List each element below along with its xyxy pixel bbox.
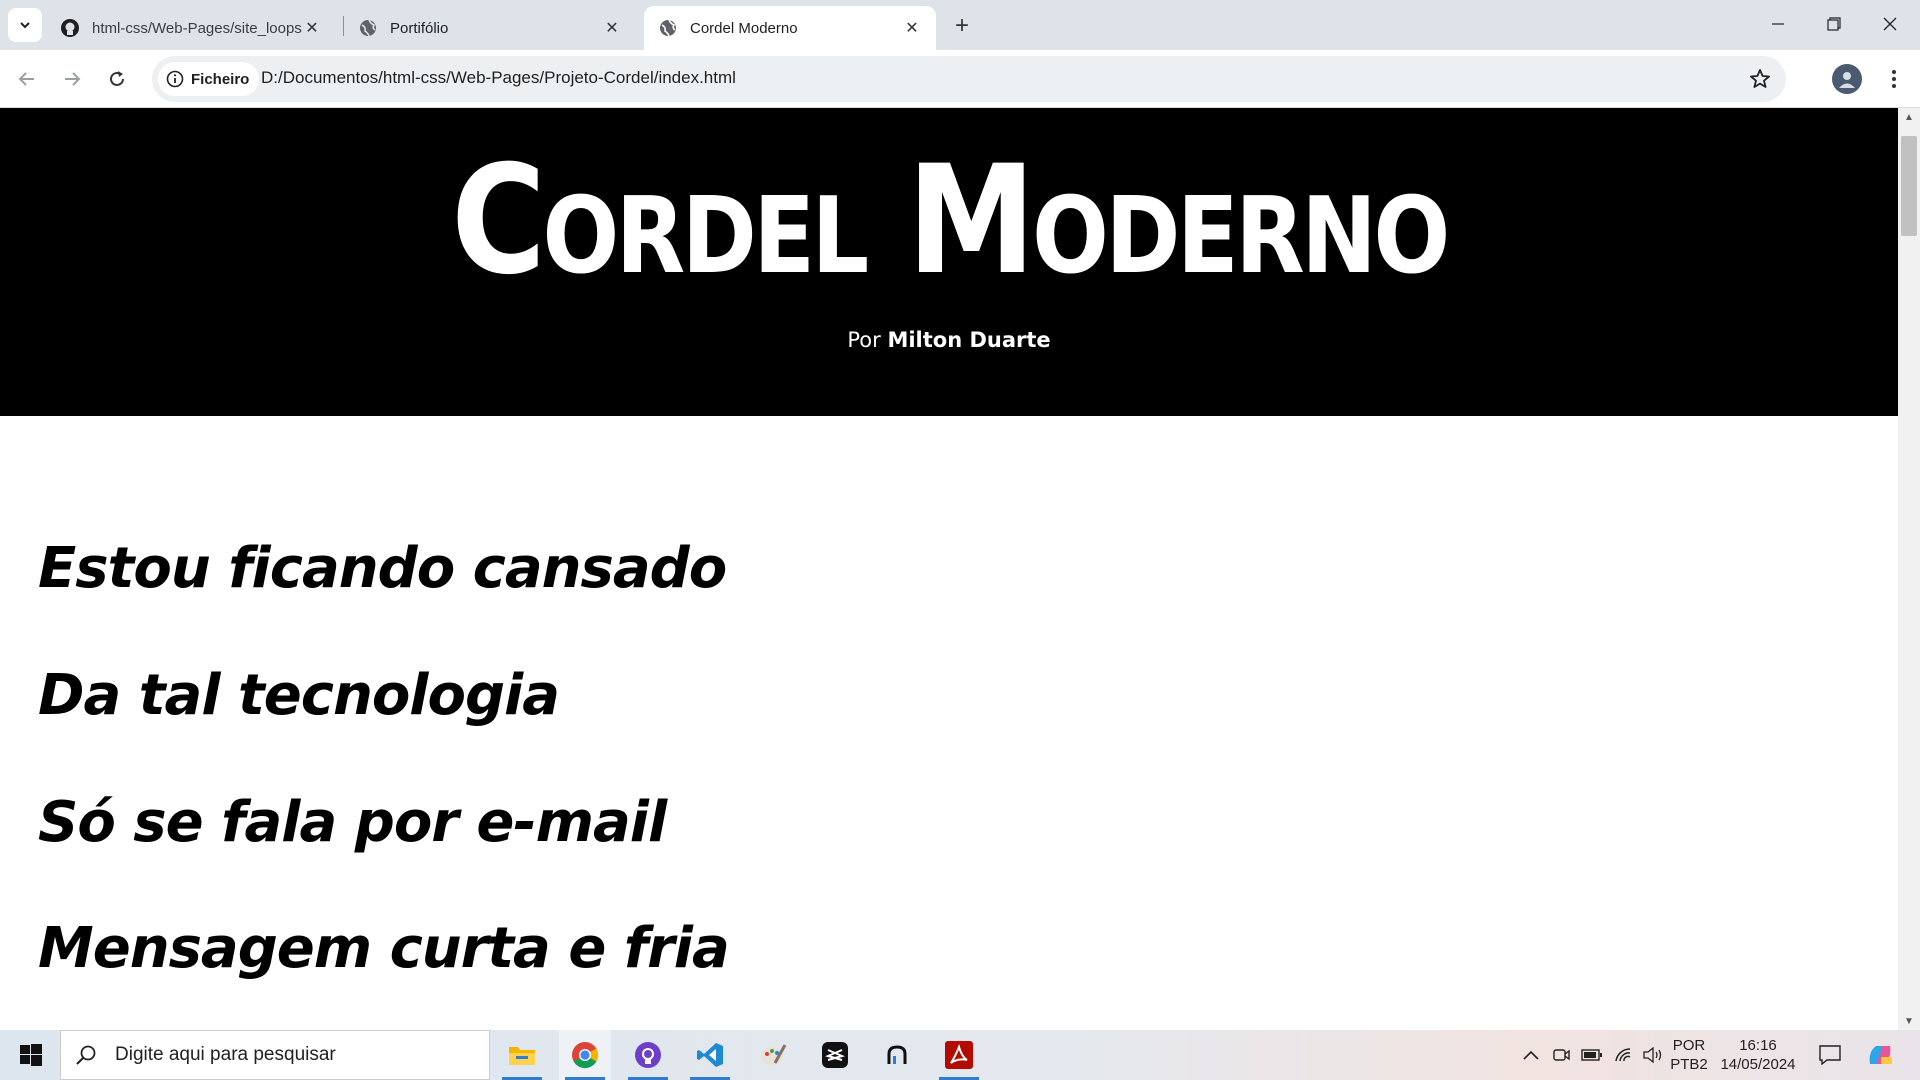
tab-search-button[interactable]	[8, 8, 42, 42]
close-icon[interactable]: ✕	[902, 18, 922, 38]
verse-line: Só se fala por e-mail	[38, 790, 667, 855]
address-bar[interactable]: Ficheiro D:/Documentos/html-css/Web-Page…	[152, 56, 1786, 102]
github-desktop-button[interactable]	[622, 1030, 674, 1080]
language-code: POR	[1672, 1037, 1706, 1054]
browser-menu-button[interactable]	[1880, 62, 1908, 96]
file-explorer-icon	[509, 1047, 535, 1065]
globe-icon	[358, 18, 378, 38]
minimize-button[interactable]	[1750, 0, 1806, 48]
keyboard-layout: PTB2	[1670, 1056, 1708, 1073]
clock-date: 14/05/2024	[1720, 1056, 1796, 1073]
author-name: Milton Duarte	[887, 328, 1051, 352]
verse-line: Da tal tecnologia	[38, 663, 560, 728]
new-tab-button[interactable]: +	[948, 12, 976, 40]
arrow-left-icon	[18, 72, 34, 86]
close-icon[interactable]: ✕	[602, 18, 622, 38]
vertical-scrollbar[interactable]: ▲ ▼	[1898, 108, 1920, 1030]
chrome-button[interactable]	[559, 1030, 611, 1080]
notification-icon	[1819, 1045, 1841, 1065]
network-button[interactable]	[1610, 1030, 1638, 1080]
chevron-up-icon	[1523, 1050, 1539, 1060]
windows-taskbar: Digite aqui para pesquisar POR PTB2 16:1…	[0, 1030, 1920, 1080]
verse-line: Estou ficando cansado	[38, 536, 727, 601]
clock-time: 16:16	[1739, 1037, 1777, 1054]
site-info-label: Ficheiro	[191, 70, 250, 88]
info-icon	[166, 70, 184, 88]
copilot-icon	[1869, 1046, 1892, 1064]
tab-cordel-moderno[interactable]: Cordel Moderno ✕	[644, 6, 936, 50]
camera-icon	[1553, 1049, 1570, 1061]
input-language-indicator[interactable]: POR PTB2	[1668, 1036, 1710, 1074]
verse-line: Mensagem curta e fria	[38, 916, 730, 981]
chrome-icon	[572, 1042, 599, 1069]
tab-title: html-css/Web-Pages/site_loops	[92, 19, 302, 37]
byline-prefix: Por	[847, 328, 881, 352]
page-title: Cordel Moderno	[451, 134, 1450, 308]
search-icon	[76, 1045, 96, 1065]
page-viewport: Cordel Moderno Por Milton Duarte Estou f…	[0, 108, 1920, 1030]
copilot-button[interactable]	[1862, 1030, 1898, 1080]
bookmark-star-icon[interactable]	[1748, 67, 1772, 91]
vscode-button[interactable]	[684, 1030, 736, 1080]
acrobat-icon	[945, 1041, 973, 1069]
back-button[interactable]	[10, 62, 44, 96]
restore-icon	[1827, 17, 1841, 31]
search-placeholder: Digite aqui para pesquisar	[115, 1044, 336, 1065]
url-text[interactable]: D:/Documentos/html-css/Web-Pages/Projeto…	[261, 68, 736, 88]
scroll-up-arrow-icon[interactable]: ▲	[1898, 108, 1920, 126]
app-icon	[887, 1045, 907, 1064]
browser-toolbar: Ficheiro D:/Documentos/html-css/Web-Page…	[0, 50, 1920, 108]
scroll-thumb[interactable]	[1901, 136, 1917, 236]
start-button[interactable]	[10, 1038, 52, 1072]
chevron-down-icon	[20, 22, 30, 29]
site-info-chip[interactable]: Ficheiro	[158, 62, 260, 96]
file-explorer-button[interactable]	[496, 1030, 548, 1080]
volume-button[interactable]	[1640, 1030, 1668, 1080]
capcut-button[interactable]	[809, 1030, 861, 1080]
minimize-icon	[1772, 23, 1784, 25]
page-header: Cordel Moderno Por Milton Duarte	[0, 108, 1898, 416]
profile-avatar[interactable]	[1832, 64, 1862, 94]
forward-button[interactable]	[55, 62, 89, 96]
app-button[interactable]	[871, 1030, 923, 1080]
avatar-icon	[1839, 72, 1855, 88]
github-desktop-icon	[635, 1042, 661, 1068]
windows-logo-icon	[20, 1044, 42, 1066]
meet-now-button[interactable]	[1548, 1030, 1574, 1080]
speaker-icon	[1643, 1047, 1662, 1063]
github-icon	[60, 18, 80, 38]
globe-icon	[658, 18, 678, 38]
capcut-icon	[822, 1042, 848, 1068]
reload-button[interactable]	[100, 62, 134, 96]
wifi-icon	[1615, 1048, 1631, 1062]
taskbar-search[interactable]: Digite aqui para pesquisar	[60, 1030, 490, 1080]
byline: Por Milton Duarte	[0, 328, 1898, 352]
clock[interactable]: 16:16 14/05/2024	[1714, 1036, 1802, 1074]
battery-icon	[1581, 1049, 1602, 1061]
scroll-down-arrow-icon[interactable]: ▼	[1898, 1012, 1920, 1030]
battery-button[interactable]	[1578, 1030, 1606, 1080]
notifications-button[interactable]	[1814, 1030, 1846, 1080]
tab-title: Cordel Moderno	[690, 19, 798, 37]
paint-icon	[761, 1044, 787, 1065]
tab-title: Portifólio	[390, 19, 449, 37]
show-hidden-icons-button[interactable]	[1518, 1030, 1544, 1080]
tab-portfolio[interactable]: Portifólio ✕	[344, 6, 636, 50]
arrow-right-icon	[65, 72, 81, 86]
reload-icon	[110, 71, 124, 86]
vscode-icon	[697, 1043, 723, 1067]
close-icon	[1883, 17, 1897, 31]
more-vert-icon	[1892, 70, 1896, 88]
acrobat-button[interactable]	[933, 1030, 985, 1080]
paint-button[interactable]	[747, 1030, 799, 1080]
close-window-button[interactable]	[1862, 0, 1918, 48]
tab-github[interactable]: html-css/Web-Pages/site_loops ✕	[46, 6, 336, 50]
restore-button[interactable]	[1806, 0, 1862, 48]
tab-strip: html-css/Web-Pages/site_loops ✕ Portifól…	[0, 0, 1920, 50]
close-icon[interactable]: ✕	[302, 18, 322, 38]
